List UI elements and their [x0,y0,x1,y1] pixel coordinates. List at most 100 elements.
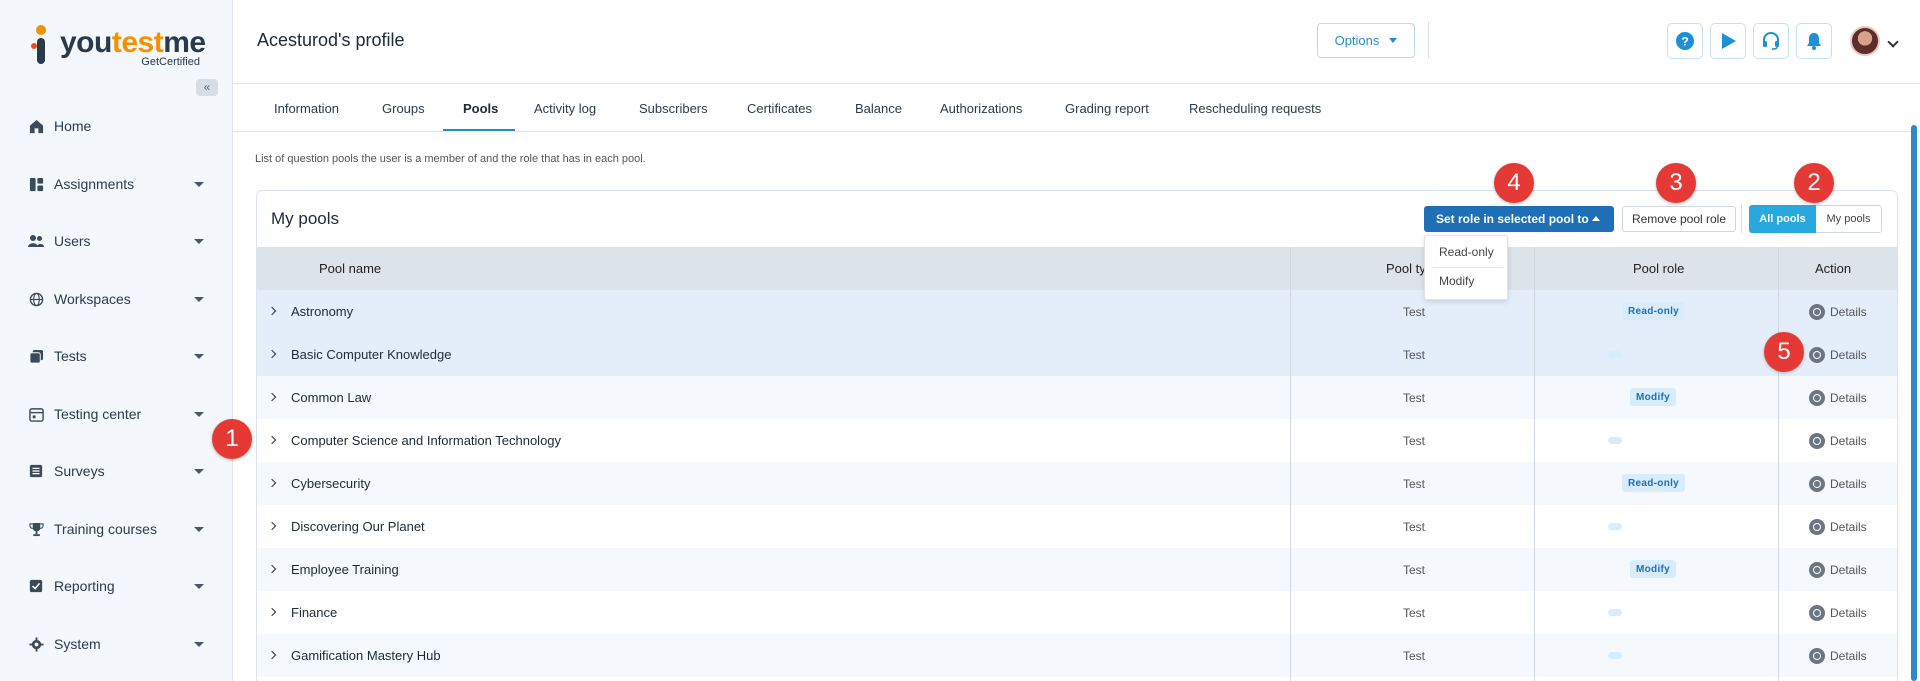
table-row[interactable]: Cybersecurity Test Read-only Details [257,462,1897,505]
gear-icon [28,636,44,652]
expand-row-icon[interactable] [267,478,277,488]
table-row[interactable]: Employee Training Test Modify Details [257,548,1897,591]
remove-pool-role-button[interactable]: Remove pool role [1622,206,1736,232]
sidebar-item-system[interactable]: System [0,624,233,664]
sidebar-item-home[interactable]: Home [0,106,233,146]
sidebar-item-label: Reporting [54,578,115,594]
tab-information[interactable]: Information [274,85,339,132]
tab-authorizations[interactable]: Authorizations [940,85,1022,132]
table-row[interactable]: Finance Test Details [257,591,1897,634]
chevron-down-icon [194,641,204,647]
pool-name: Finance [291,605,338,620]
set-role-label: Set role in selected pool to [1436,212,1589,226]
report-icon [28,578,44,594]
pool-type: Test [1403,390,1426,405]
eye-icon [1809,475,1825,492]
expand-row-icon[interactable] [267,306,277,316]
details-label: Details [1830,519,1867,534]
tab-pools[interactable]: Pools [463,85,498,132]
tab-activity-log[interactable]: Activity log [534,85,596,132]
sidebar-item-tests[interactable]: Tests [0,336,233,376]
details-link[interactable]: Details [1809,634,1867,677]
expand-row-icon[interactable] [267,650,277,660]
notifications-button[interactable] [1796,23,1832,59]
set-role-button[interactable]: Set role in selected pool to [1424,206,1614,232]
expand-row-icon[interactable] [267,349,277,359]
role-badge: Modify [1630,560,1677,578]
sidebar-item-users[interactable]: Users [0,221,233,261]
sidebar-item-label: Testing center [54,406,142,422]
help-button[interactable]: ? [1667,23,1703,59]
eye-icon [1809,604,1825,621]
table-header: Pool name Pool ty Pool role Action [257,247,1897,290]
table-row[interactable]: Common Law Test Modify Details [257,376,1897,419]
logo-subtitle: GetCertified [141,56,200,68]
page-title: Acesturod's profile [257,30,405,50]
eye-icon [1809,647,1825,664]
avatar[interactable] [1850,26,1880,56]
sidebar-item-surveys[interactable]: Surveys [0,451,233,491]
play-button[interactable] [1710,23,1746,59]
filter-all-pools[interactable]: All pools [1749,205,1816,233]
pool-name: Discovering Our Planet [291,519,425,534]
sidebar-item-assignments[interactable]: Assignments [0,164,233,204]
vertical-scrollbar[interactable] [1911,125,1917,681]
sidebar-item-testing-center[interactable]: Testing center [0,394,233,434]
chevron-down-icon[interactable] [1887,36,1899,48]
details-link[interactable]: Details [1809,376,1867,419]
sidebar-item-reporting[interactable]: Reporting [0,566,233,606]
column-divider [1290,247,1291,681]
details-link[interactable]: Details [1809,548,1867,591]
expand-row-icon[interactable] [267,435,277,445]
role-empty-badge [1608,652,1622,659]
dropdown-option-modify[interactable]: Modify [1439,274,1474,288]
callout-badge: 1 [212,419,252,459]
logo[interactable]: youtestme GetCertified [30,22,210,72]
expand-row-icon[interactable] [267,392,277,402]
role-empty-badge [1608,609,1622,616]
support-button[interactable] [1753,23,1789,59]
filter-my-pools[interactable]: My pools [1816,205,1882,233]
table-row[interactable]: Gamification Mastery Hub Test Details [257,634,1897,677]
column-pool-role[interactable]: Pool role [1633,247,1684,290]
panel-title: My pools [271,209,340,228]
table-row[interactable]: Computer Science and Information Technol… [257,419,1897,462]
expand-row-icon[interactable] [267,607,277,617]
table-row[interactable]: Astronomy Test Read-only Details [257,290,1897,333]
column-divider [1534,247,1535,681]
tab-groups[interactable]: Groups [382,85,425,132]
chevron-down-icon [194,181,204,187]
tab-certificates[interactable]: Certificates [747,85,812,132]
sidebar-item-label: Workspaces [54,291,131,307]
details-link[interactable]: Details [1809,419,1867,462]
tab-balance[interactable]: Balance [855,85,902,132]
details-label: Details [1830,304,1867,319]
expand-row-icon[interactable] [267,521,277,531]
details-link[interactable]: Details [1809,462,1867,505]
table-row[interactable]: Basic Computer Knowledge Test Details [257,333,1897,376]
tab-grading-report[interactable]: Grading report [1065,85,1149,132]
dashboard-icon [28,176,44,192]
expand-row-icon[interactable] [267,564,277,574]
table-row[interactable]: Discovering Our Planet Test Details [257,505,1897,548]
eye-icon [1809,346,1825,363]
chevron-down-icon [194,583,204,589]
column-pool-type[interactable]: Pool ty [1386,247,1426,290]
svg-text:?: ? [1681,35,1688,49]
details-link[interactable]: Details [1809,290,1867,333]
details-label: Details [1830,605,1867,620]
globe-icon [28,291,44,307]
sidebar-item-training-courses[interactable]: Training courses [0,509,233,549]
tab-rescheduling-requests[interactable]: Rescheduling requests [1189,85,1321,132]
details-link[interactable]: Details [1809,591,1867,634]
options-button[interactable]: Options [1317,23,1415,58]
sidebar-item-workspaces[interactable]: Workspaces [0,279,233,319]
column-pool-name[interactable]: Pool name [319,247,381,290]
collapse-sidebar-button[interactable]: « [196,79,218,96]
sidebar-item-label: Users [54,233,91,249]
dropdown-option-read-only[interactable]: Read-only [1439,245,1494,259]
tab-subscribers[interactable]: Subscribers [639,85,708,132]
details-link[interactable]: Details [1809,333,1867,376]
details-link[interactable]: Details [1809,505,1867,548]
role-empty-badge [1608,523,1622,530]
